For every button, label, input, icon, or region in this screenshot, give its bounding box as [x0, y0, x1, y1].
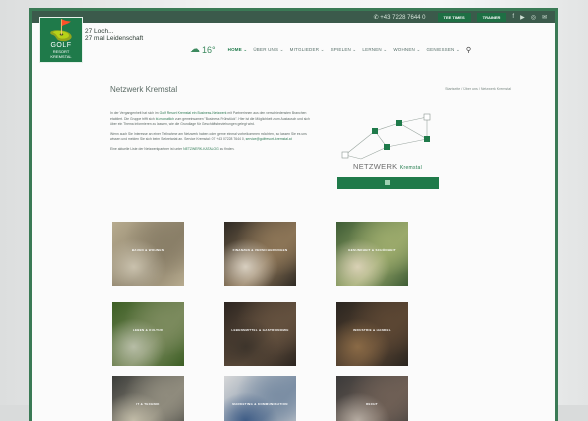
- mail-icon[interactable]: ✉: [542, 14, 547, 21]
- phone-text: +43 7228 7644 0: [380, 14, 426, 21]
- logo-text-kremstal: KREMSTAL: [50, 54, 72, 59]
- network-bar-square: [385, 180, 390, 185]
- p1-highlight-2: bi-monatlich: [155, 116, 175, 121]
- site-logo[interactable]: ⛳ GOLF RESORT KREMSTAL: [39, 17, 83, 63]
- phone-number[interactable]: ✆ +43 7228 7644 0: [374, 14, 426, 21]
- category-tile-label: RECHT: [366, 402, 378, 406]
- tagline-line2: 27 mal Leidenschaft: [85, 35, 144, 42]
- category-tile-label: IT & TECHNIK: [136, 402, 160, 406]
- p1-highlight: Golf Resort Kremstal ein Business-Netzwe…: [159, 111, 227, 115]
- network-label: NETZWERK Kremstal: [353, 162, 422, 171]
- nav-mitglieder[interactable]: MITGLIEDER ⌄: [290, 47, 325, 53]
- network-label-main: NETZWERK: [353, 162, 398, 171]
- category-tile-label: FINANZEN & VERSICHERUNGEN: [232, 248, 288, 252]
- utility-bar: ✆ +43 7228 7644 0 TEE TIMES TRAINER f ▶ …: [32, 11, 555, 23]
- weather-widget: ☁ 16°: [190, 44, 216, 55]
- category-tile[interactable]: MARKETING & KOMMUNIKATION: [224, 376, 296, 421]
- facebook-icon[interactable]: f: [512, 14, 514, 20]
- category-tile[interactable]: BAUEN & WOHNEN: [112, 222, 184, 286]
- category-tile-label: MARKETING & KOMMUNIKATION: [232, 402, 288, 406]
- network-node: [384, 144, 390, 150]
- network-label-small: Kremstal: [399, 165, 423, 171]
- monitor-frame: ✆ +43 7228 7644 0 TEE TIMES TRAINER f ▶ …: [29, 8, 558, 421]
- search-icon[interactable]: ⚲: [466, 46, 471, 54]
- category-tile[interactable]: LEBENSMITTEL & GASTRONOMIE: [224, 302, 296, 366]
- nav-wohnen[interactable]: WOHNEN ⌄: [393, 47, 420, 53]
- network-node: [424, 136, 430, 142]
- category-tile[interactable]: GESUNDHEIT & SCHÖNHEIT: [336, 222, 408, 286]
- category-tile[interactable]: IT & TECHNIK: [112, 376, 184, 421]
- netzwerk-katalog-link[interactable]: NETZWERK-KATALOG: [183, 147, 219, 151]
- p3-text: Eine aktuelle Liste der Netzwerkpartner …: [110, 146, 184, 151]
- category-tile[interactable]: LEBEN & KULTUR: [112, 302, 184, 366]
- service-email-link[interactable]: service@golfresort-kremstal.at: [246, 137, 292, 141]
- category-tile-label: BAUEN & WOHNEN: [131, 248, 165, 252]
- website-screen: ✆ +43 7228 7644 0 TEE TIMES TRAINER f ▶ …: [32, 11, 555, 421]
- nav-lernen[interactable]: LERNEN ⌄: [362, 47, 387, 53]
- nav-spielen[interactable]: SPIELEN ⌄: [331, 47, 357, 53]
- category-tile[interactable]: INDUSTRIE & HANDEL: [336, 302, 408, 366]
- category-tile-label: LEBEN & KULTUR: [132, 328, 164, 332]
- logo-text-golf: GOLF: [50, 42, 72, 49]
- category-tile-label: LEBENSMITTEL & GASTRONOMIE: [231, 328, 289, 332]
- instagram-icon[interactable]: ◎: [531, 14, 536, 21]
- network-node: [341, 151, 349, 159]
- golfer-icon: ⛳: [48, 20, 74, 42]
- cloud-icon: ☁: [190, 44, 200, 55]
- breadcrumb[interactable]: Startseite / Über uns / Netzwerk Kremsta…: [445, 87, 511, 91]
- tee-times-button[interactable]: TEE TIMES: [437, 12, 471, 22]
- paragraph-3: Eine aktuelle Liste der Netzwerkpartner …: [110, 147, 310, 153]
- page-title: Netzwerk Kremstal: [110, 85, 178, 94]
- category-tile-label: INDUSTRIE & HANDEL: [353, 328, 391, 332]
- paragraph-2: Wenn auch Sie Interesse an einer Teilnah…: [110, 132, 310, 143]
- nav-ueber-uns[interactable]: ÜBER UNS ⌄: [253, 47, 283, 53]
- site-tagline: 27 Loch... 27 mal Leidenschaft: [85, 28, 143, 42]
- p1-text: In der Vergangenheit hat sich im: [110, 111, 160, 115]
- category-tile[interactable]: FINANZEN & VERSICHERUNGEN: [224, 222, 296, 286]
- main-nav: ☁ 16° HOME ⌄ ÜBER UNS ⌄ MITGLIEDER ⌄ SPI…: [190, 44, 471, 55]
- nav-home[interactable]: HOME ⌄: [228, 47, 248, 53]
- paragraph-1: In der Vergangenheit hat sich im Golf Re…: [110, 111, 310, 128]
- network-bar: [337, 177, 439, 189]
- nav-geniessen[interactable]: GENIESSEN ⌄: [426, 47, 459, 53]
- trainer-button[interactable]: TRAINER: [476, 12, 507, 22]
- article-body: In der Vergangenheit hat sich im Golf Re…: [110, 111, 310, 157]
- network-node: [372, 128, 378, 134]
- weather-temp: 16°: [202, 44, 216, 55]
- youtube-icon[interactable]: ▶: [520, 14, 525, 21]
- category-tile-label: GESUNDHEIT & SCHÖNHEIT: [348, 248, 396, 252]
- p3-text-2: zu finden.: [218, 146, 235, 151]
- category-tile[interactable]: RECHT: [336, 376, 408, 421]
- network-node: [396, 120, 402, 126]
- tagline-line1: 27 Loch...: [85, 28, 114, 35]
- network-node: [423, 113, 431, 121]
